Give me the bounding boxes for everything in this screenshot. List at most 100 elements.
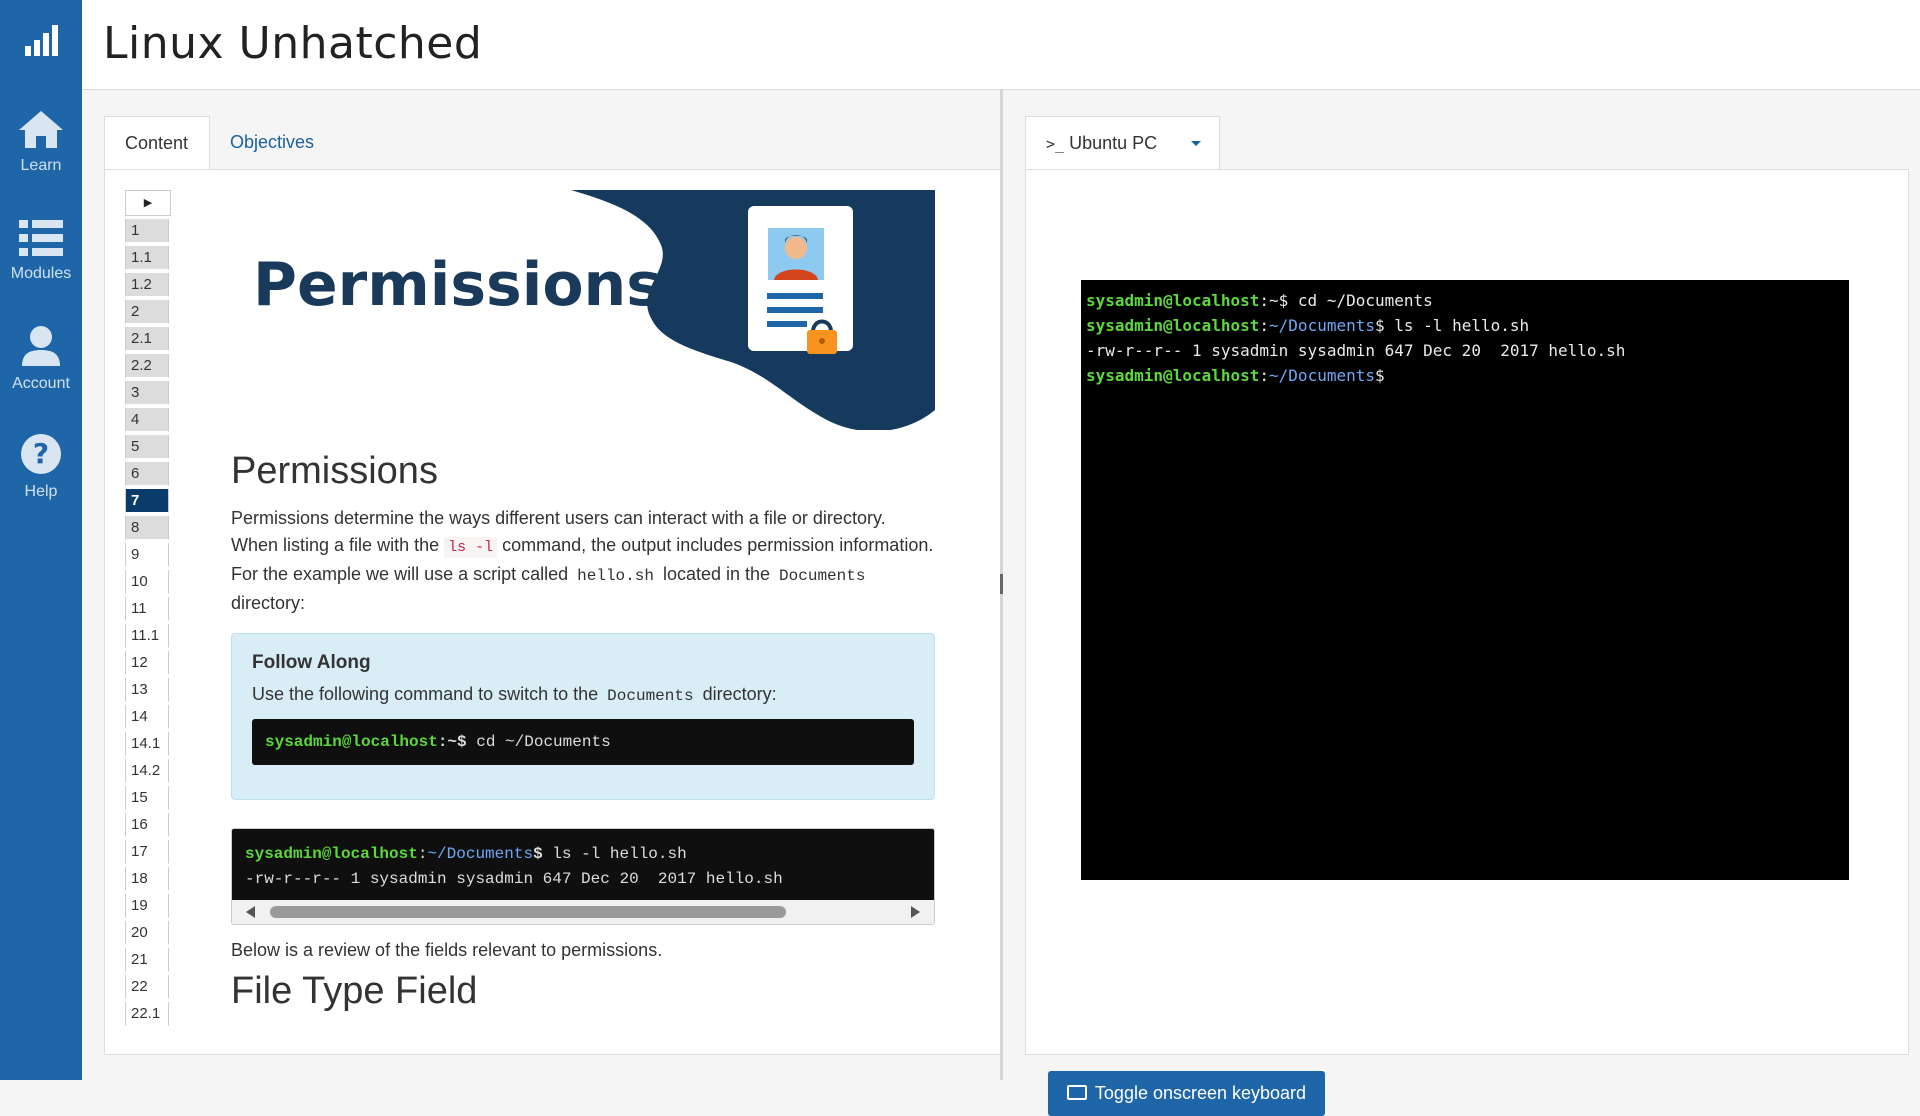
toc-item[interactable]: 18 — [125, 867, 169, 891]
follow-text-b: directory: — [697, 684, 777, 704]
cb-path: ~/Documents — [427, 845, 534, 863]
header: Linux Unhatched — [82, 0, 1920, 90]
toc-item[interactable]: 11.1 — [125, 624, 169, 648]
follow-along-box: Follow Along Use the following command t… — [231, 633, 935, 800]
toc-item[interactable]: 22 — [125, 975, 169, 999]
toggle-keyboard-button[interactable]: Toggle onscreen keyboard — [1048, 1071, 1325, 1116]
follow-along-text: Use the following command to switch to t… — [252, 684, 914, 705]
cb-colon: : — [417, 845, 428, 863]
intro-text-3: located in the — [657, 564, 776, 584]
nav-account[interactable]: Account — [0, 324, 82, 393]
app-title: Linux Unhatched — [103, 18, 483, 69]
svg-text:?: ? — [33, 437, 49, 470]
cb-user: sysadmin@localhost — [245, 845, 418, 863]
help-icon: ? — [21, 434, 61, 474]
next-heading: File Type Field — [231, 970, 478, 1012]
toc-list: 1 1.1 1.2 2 2.1 2.2 3 4 5 6 7 8 9 10 11 11.1 12 13 14 14.1 1… — [125, 219, 171, 1026]
toc-item[interactable]: 11 — [125, 597, 169, 621]
scroll-left-arrow-icon[interactable] — [246, 906, 255, 918]
review-text: Below is a review of the fields relevant… — [231, 940, 663, 960]
code-documents: Documents — [779, 567, 866, 585]
follow-text-a: Use the following command to switch to t… — [252, 684, 604, 704]
vm-panel: >_ Ubuntu PC sysadmin@localhost :~$ cd ~/… — [1003, 90, 1920, 1116]
toc-item[interactable]: 14 — [125, 705, 169, 729]
follow-terminal[interactable]: sysadmin@localhost:~$ cd ~/Documents — [252, 719, 914, 765]
banner-title: Permissions — [253, 250, 662, 320]
term-l4-rest: $ — [1375, 366, 1385, 385]
logo[interactable] — [0, 22, 82, 63]
terminal-icon: >_ — [1046, 135, 1065, 153]
prompt-user: sysadmin@localhost — [265, 733, 438, 751]
tab-objectives[interactable]: Objectives — [210, 116, 340, 170]
scroll-right-arrow-icon[interactable] — [911, 906, 920, 918]
article: Permissions Permissions Permissions dete… — [231, 190, 935, 1025]
follow-command: cd ~/Documents — [466, 733, 611, 751]
toc-item[interactable]: 2.2 — [125, 354, 169, 378]
toc-item[interactable]: 16 — [125, 813, 169, 837]
toc-item[interactable]: 2 — [125, 300, 169, 324]
term-l2-colon: : — [1259, 316, 1270, 335]
code-block-scrollbar[interactable] — [232, 900, 934, 924]
toc-item[interactable]: 6 — [125, 462, 169, 486]
vm-terminal-screen[interactable]: sysadmin@localhost :~$ cd ~/Documents sys… — [1081, 280, 1849, 880]
nav-learn[interactable]: Learn — [0, 108, 82, 175]
toc-item[interactable]: 10 — [125, 570, 169, 594]
toc-item[interactable]: 21 — [125, 948, 169, 972]
toc-item[interactable]: 4 — [125, 408, 169, 432]
toc-item[interactable]: 1.2 — [125, 273, 169, 297]
term-l2-user: sysadmin@localhost — [1086, 316, 1260, 335]
toc-item[interactable]: 15 — [125, 786, 169, 810]
toc-item[interactable]: 19 — [125, 894, 169, 918]
keyboard-icon — [1066, 1085, 1087, 1100]
term-l4-user: sysadmin@localhost — [1086, 366, 1260, 385]
toc: ▶ 1 1.1 1.2 2 2.1 2.2 3 4 5 6 7 8 9 10 11 11.1 12 13 14 14.… — [125, 190, 171, 1026]
cb-command: ls -l hello.sh — [542, 845, 687, 863]
nav-modules-label: Modules — [10, 265, 72, 282]
toc-item[interactable]: 1 — [125, 219, 169, 243]
nav-learn-label: Learn — [20, 157, 62, 174]
toc-item[interactable]: 12 — [125, 651, 169, 675]
toc-item[interactable]: 8 — [125, 516, 169, 540]
banner: Permissions — [231, 190, 935, 430]
term-l2-rest: $ ls -l hello.sh — [1375, 316, 1530, 335]
toc-toggle-button[interactable]: ▶ — [125, 190, 171, 216]
bars-logo-icon — [25, 25, 58, 56]
toc-item[interactable]: 20 — [125, 921, 169, 945]
prompt-path: :~$ — [437, 733, 467, 751]
tab-content[interactable]: Content — [104, 116, 210, 170]
follow-along-title: Follow Along — [252, 652, 371, 673]
vm-tab[interactable]: >_ Ubuntu PC — [1025, 116, 1220, 170]
toggle-keyboard-label: Toggle onscreen keyboard — [1094, 1083, 1307, 1103]
toc-item[interactable]: 3 — [125, 381, 169, 405]
toc-item[interactable]: 14.1 — [125, 732, 169, 756]
toc-item[interactable]: 13 — [125, 678, 169, 702]
toc-item[interactable]: 2.1 — [125, 327, 169, 351]
nav-help-label: Help — [24, 483, 58, 500]
term-l1-rest: :~$ cd ~/Documents — [1259, 291, 1433, 310]
section-title: Permissions — [231, 450, 438, 492]
vm-box: sysadmin@localhost :~$ cd ~/Documents sys… — [1025, 169, 1909, 1116]
toc-item[interactable]: 5 — [125, 435, 169, 459]
term-l4-colon: : — [1259, 366, 1270, 385]
term-l4-path: ~/Documents — [1269, 366, 1375, 385]
toc-item[interactable]: 7 — [125, 489, 169, 513]
content-box: ▶ 1 1.1 1.2 2 2.1 2.2 3 4 5 6 7 8 9 10 11 11.1 12 13 14 14.… — [104, 169, 1059, 1055]
intro-paragraph: Permissions determine the ways different… — [231, 505, 935, 617]
toc-item[interactable]: 1.1 — [125, 246, 169, 270]
content-panel: Content Objectives ▶ 1 1.1 1.2 2 2.1 2.2 3 4 5 6 7… — [82, 90, 1059, 1080]
content-tabs: Content Objectives — [104, 116, 1059, 170]
toc-item[interactable]: 22.1 — [125, 1002, 169, 1026]
nav-help[interactable]: ? Help — [0, 432, 82, 501]
nav-account-label: Account — [12, 375, 70, 392]
user-icon — [22, 326, 60, 366]
toc-item[interactable]: 14.2 — [125, 759, 169, 783]
sidebar: Learn Modules Account ? Help — [0, 0, 82, 1080]
toc-item[interactable]: 17 — [125, 840, 169, 864]
code-hello: hello.sh — [577, 567, 654, 585]
nav-modules[interactable]: Modules — [0, 218, 82, 283]
follow-code: Documents — [607, 687, 694, 705]
list-icon — [19, 220, 63, 256]
chevron-down-icon[interactable] — [1191, 141, 1201, 146]
scrollbar-thumb[interactable] — [270, 906, 786, 918]
toc-item[interactable]: 9 — [125, 543, 169, 567]
